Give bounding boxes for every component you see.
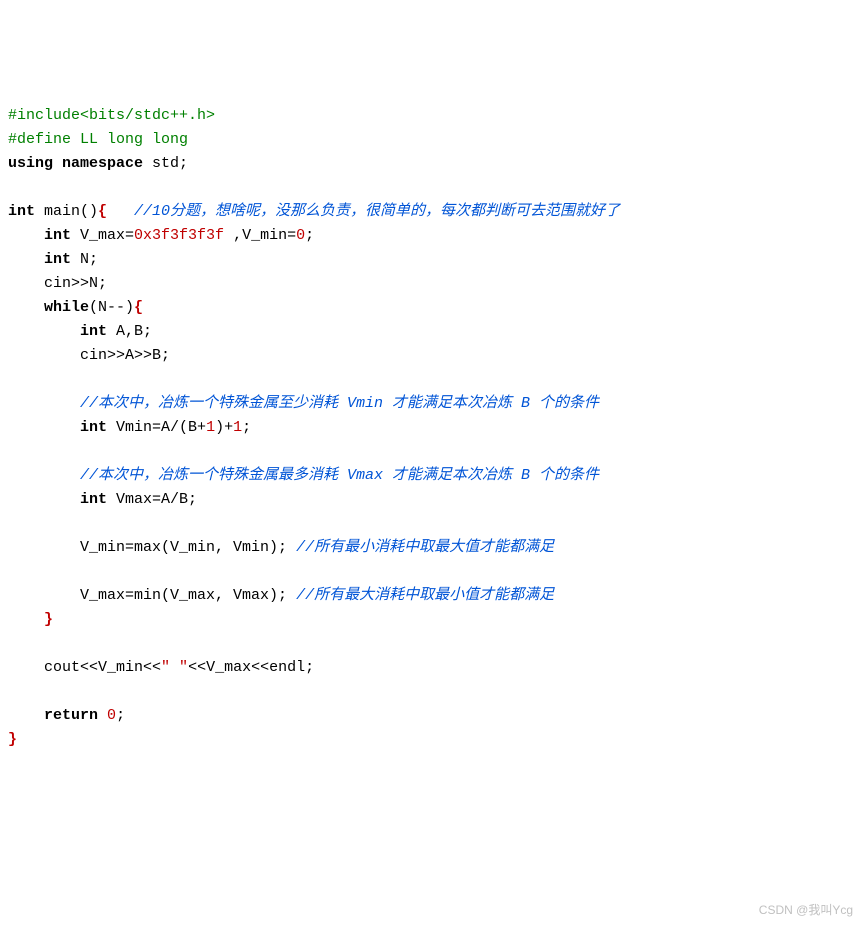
brace-close: }: [44, 611, 53, 628]
txt: (N--): [89, 299, 134, 316]
watermark: CSDN @我叫Ycg: [759, 901, 853, 920]
brace-open: {: [134, 299, 143, 316]
txt: ;: [305, 227, 314, 244]
txt: V_max=: [71, 227, 134, 244]
txt: <<V_max<<endl;: [188, 659, 314, 676]
txt: V_max=min(V_max, Vmax);: [80, 587, 296, 604]
txt: A,B;: [107, 323, 152, 340]
txt: )+: [215, 419, 233, 436]
kw-using: using: [8, 155, 53, 172]
kw-int: int: [8, 203, 35, 220]
num: 0: [107, 707, 116, 724]
txt: cin>>A>>B;: [80, 347, 170, 364]
comment: //10分题，想啥呢，没那么负责，很简单的，每次都判断可去范围就好了: [107, 203, 620, 220]
txt: ;: [242, 419, 251, 436]
txt: main(): [35, 203, 98, 220]
kw-return: return: [44, 707, 98, 724]
kw-while: while: [44, 299, 89, 316]
kw-namespace: namespace: [62, 155, 143, 172]
kw-int: int: [80, 323, 107, 340]
comment: //所有最小消耗中取最大值才能都满足: [296, 539, 554, 556]
txt: cin>>N;: [44, 275, 107, 292]
num: 0: [296, 227, 305, 244]
brace-close: }: [8, 731, 17, 748]
kw-int: int: [80, 491, 107, 508]
txt: ;: [116, 707, 125, 724]
txt: std;: [143, 155, 188, 172]
string: " ": [161, 659, 188, 676]
txt: cout<<V_min<<: [44, 659, 161, 676]
kw-int: int: [44, 227, 71, 244]
num: 0x3f3f3f3f: [134, 227, 224, 244]
txt: N;: [71, 251, 98, 268]
preproc-include: #include<bits/stdc++.h>: [8, 107, 215, 124]
preproc-define: #define LL long long: [8, 131, 188, 148]
comment: //本次中，冶炼一个特殊金属至少消耗 Vmin 才能满足本次冶炼 B 个的条件: [80, 395, 599, 412]
txt: V_min=max(V_min, Vmin);: [80, 539, 296, 556]
kw-int: int: [44, 251, 71, 268]
code-block: #include<bits/stdc++.h> #define LL long …: [8, 104, 857, 752]
num: 1: [206, 419, 215, 436]
txt: Vmin=A/(B+: [107, 419, 206, 436]
txt: ,V_min=: [224, 227, 296, 244]
txt: Vmax=A/B;: [107, 491, 197, 508]
num: 1: [233, 419, 242, 436]
kw-int: int: [80, 419, 107, 436]
brace-open: {: [98, 203, 107, 220]
comment: //本次中，冶炼一个特殊金属最多消耗 Vmax 才能满足本次冶炼 B 个的条件: [80, 467, 599, 484]
comment: //所有最大消耗中取最小值才能都满足: [296, 587, 554, 604]
